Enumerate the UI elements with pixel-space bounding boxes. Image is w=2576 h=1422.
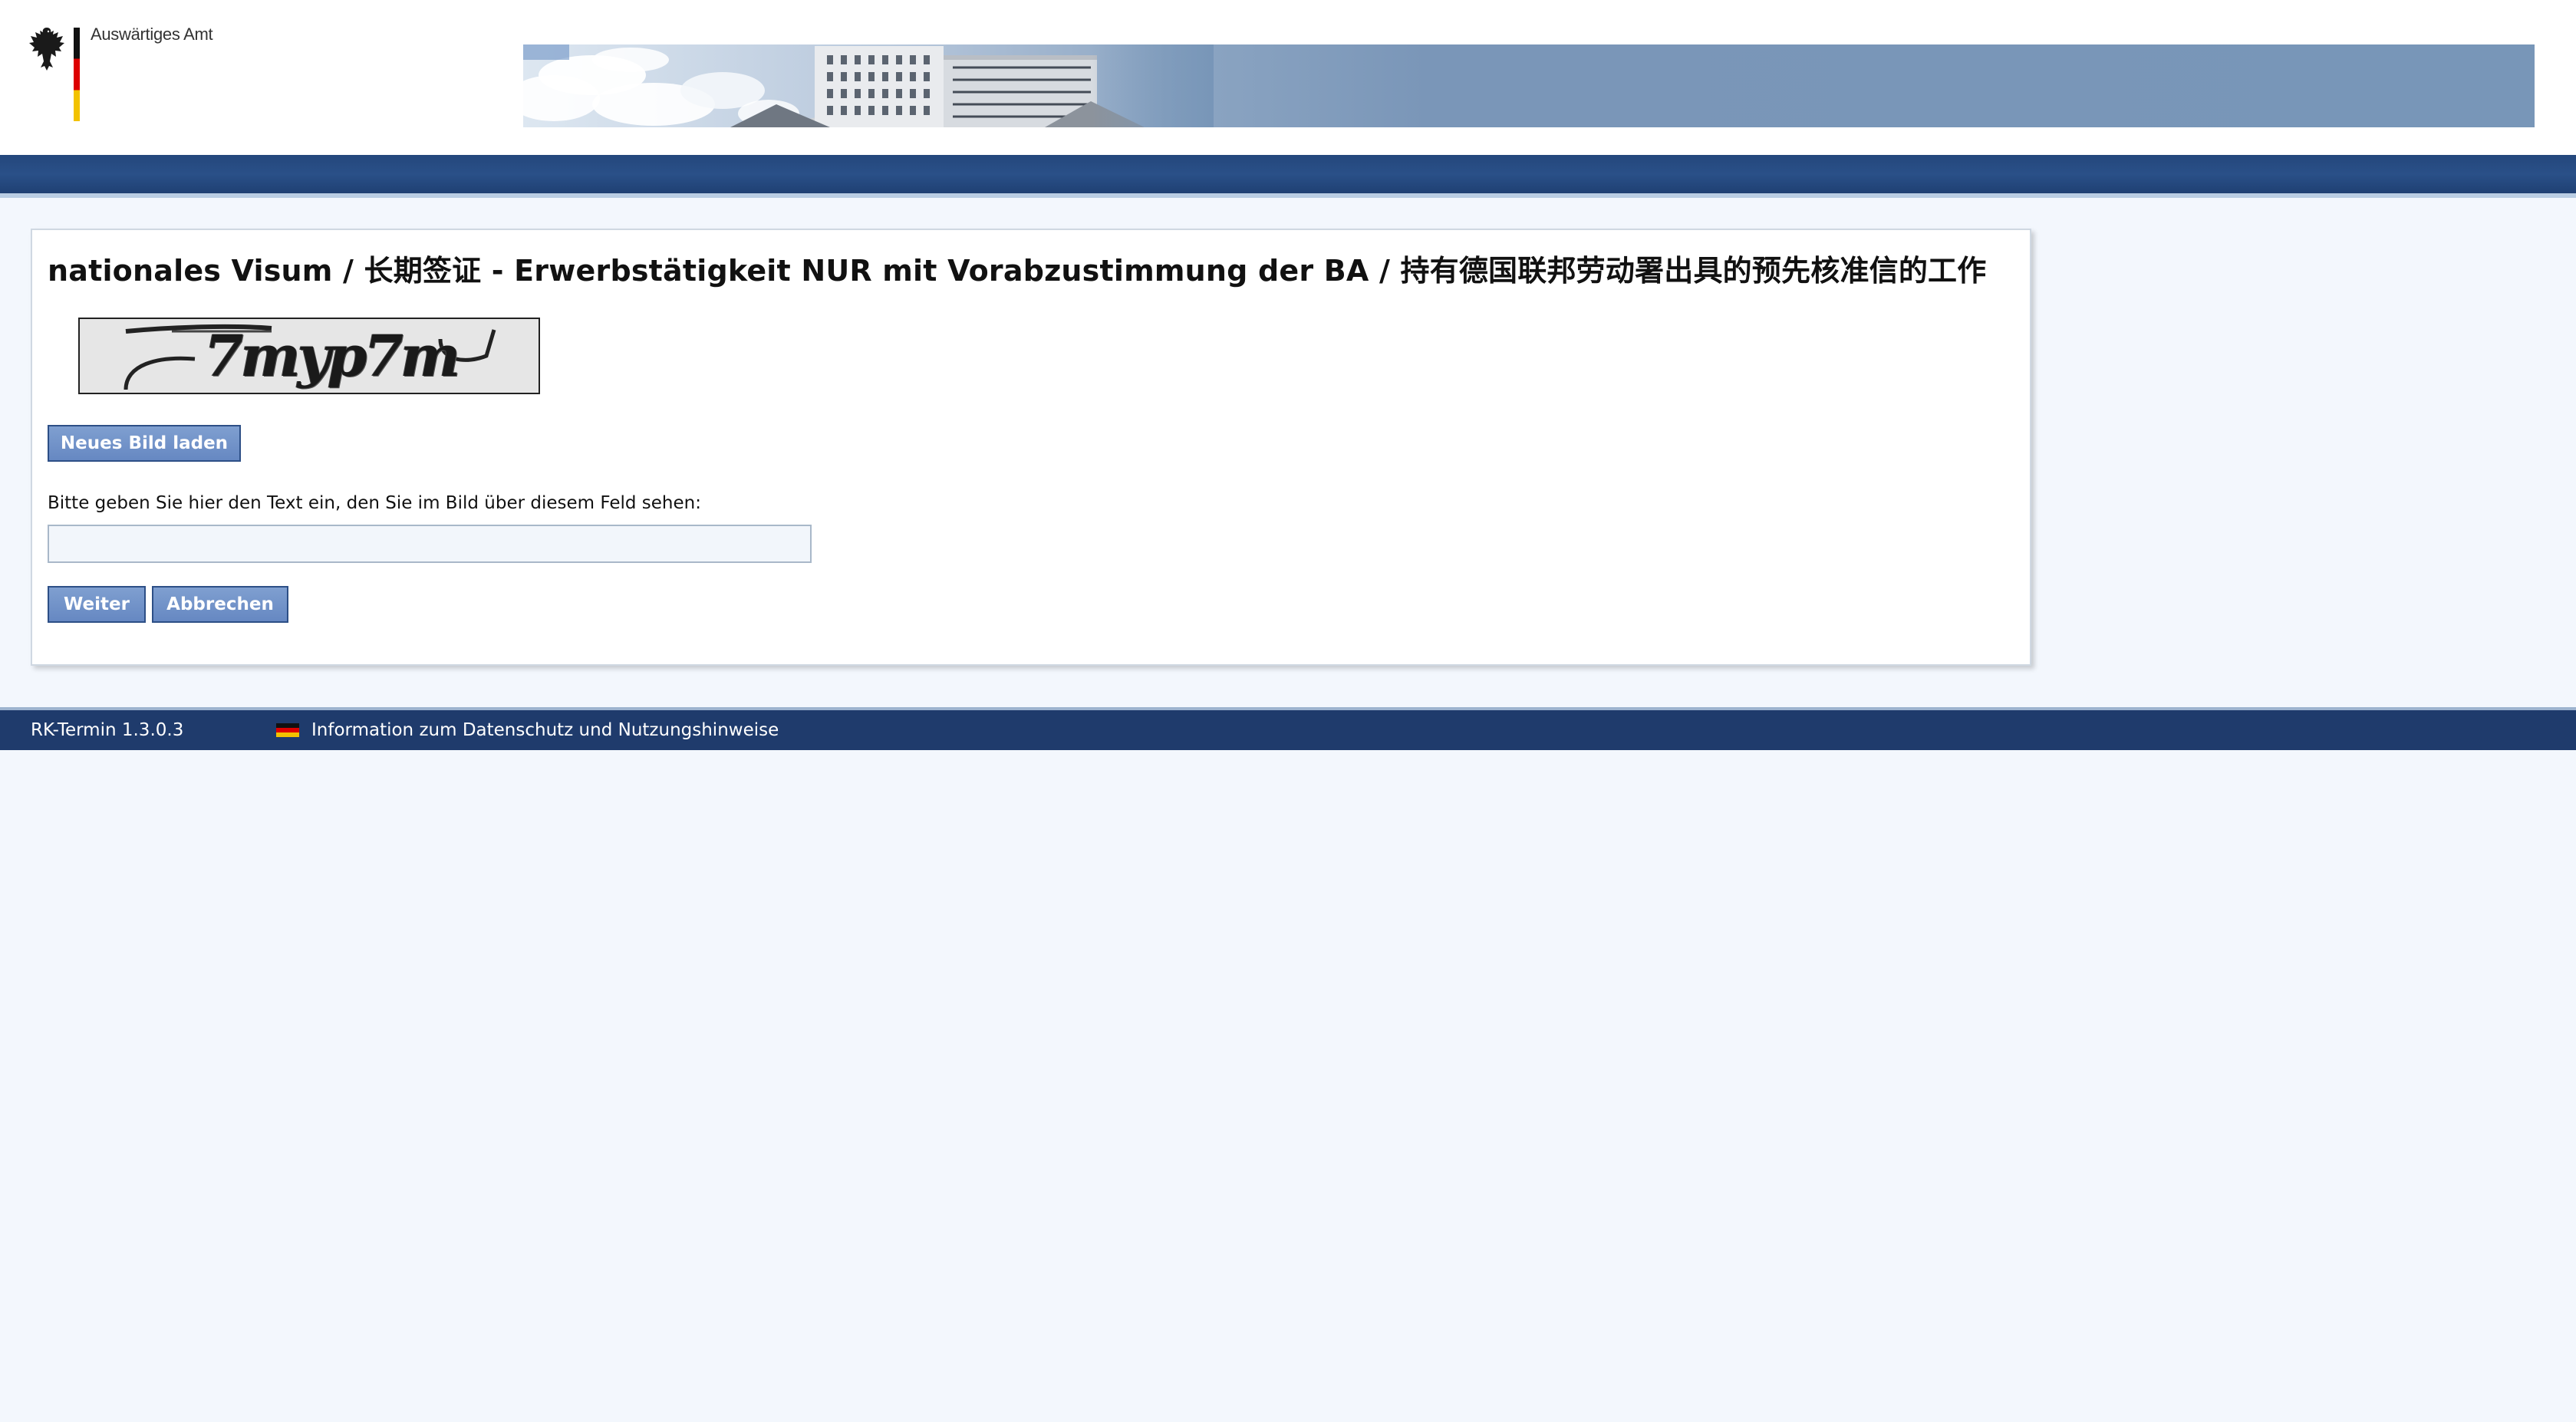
page-title: nationales Visum / 长期签证 - Erwerbstätigke… [48, 254, 1987, 288]
logo-text: Auswärtiges Amt [91, 25, 213, 44]
captcha-panel: nationales Visum / 长期签证 - Erwerbstätigke… [31, 229, 2031, 666]
reload-captcha-button[interactable]: Neues Bild laden [48, 425, 241, 462]
federal-eagle-icon [29, 28, 64, 71]
auswaertiges-amt-logo[interactable]: Auswärtiges Amt [28, 23, 227, 127]
navigation-bar-underline [0, 193, 2576, 198]
header-banner [523, 44, 2535, 127]
page-footer: RK-Termin 1.3.0.3 Information zum Datens… [0, 710, 2576, 750]
captcha-text: 7myp7m [204, 324, 460, 390]
cancel-button[interactable]: Abbrechen [152, 586, 288, 623]
captcha-field-label: Bitte geben Sie hier den Text ein, den S… [48, 493, 701, 513]
captcha-image: 7myp7m [78, 318, 540, 394]
german-flag-icon [276, 723, 299, 737]
building-banner-image [523, 44, 1214, 127]
next-button[interactable]: Weiter [48, 586, 146, 623]
page-header: Auswärtiges Amt [0, 0, 2576, 155]
navigation-bar [0, 155, 2576, 193]
captcha-input[interactable] [48, 525, 812, 563]
german-flag-stripe [74, 28, 80, 121]
privacy-info-link[interactable]: Information zum Datenschutz und Nutzungs… [311, 720, 779, 740]
app-version: RK-Termin 1.3.0.3 [31, 720, 184, 740]
